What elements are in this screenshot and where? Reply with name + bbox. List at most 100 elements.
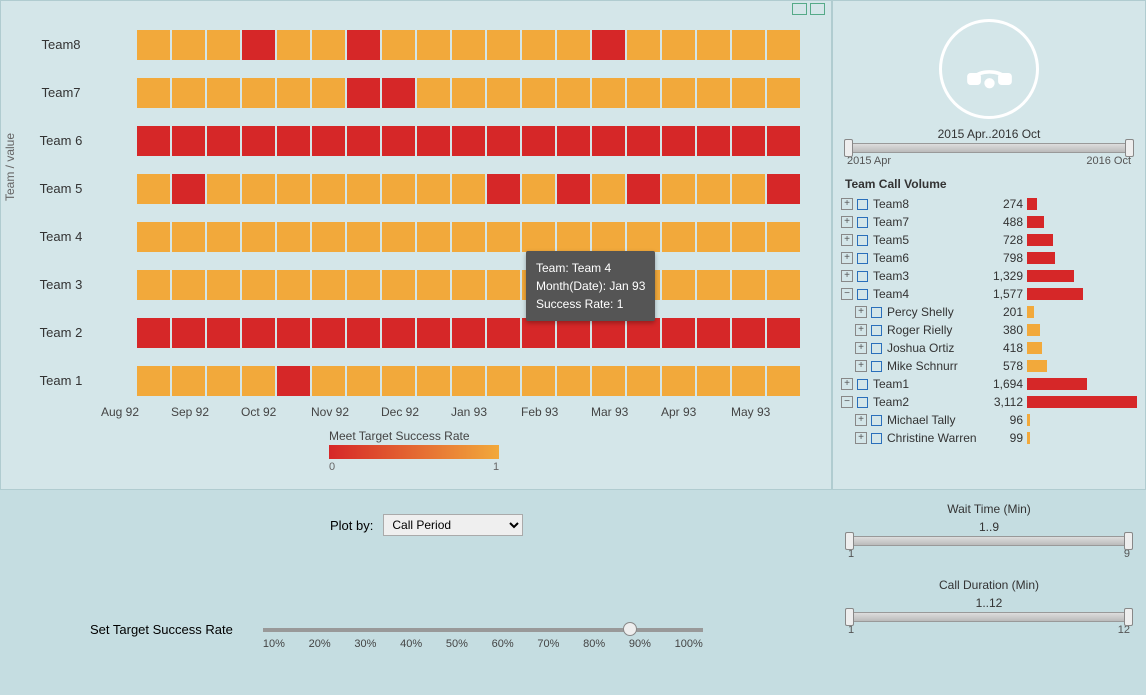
heatmap-cell[interactable] <box>242 30 275 60</box>
tree-toggle[interactable]: + <box>855 306 867 318</box>
heatmap-cell[interactable] <box>347 318 380 348</box>
heatmap-cell[interactable] <box>137 222 170 252</box>
heatmap-cell[interactable] <box>487 366 520 396</box>
heatmap-cell[interactable] <box>557 78 590 108</box>
heatmap-cell[interactable] <box>487 270 520 300</box>
heatmap-cell[interactable] <box>732 318 765 348</box>
tree-row[interactable]: +Team11,694 <box>841 375 1137 393</box>
heatmap-cell[interactable] <box>592 174 625 204</box>
heatmap-cell[interactable] <box>312 78 345 108</box>
heatmap-cell[interactable] <box>452 30 485 60</box>
wait-max-handle[interactable] <box>1124 532 1133 550</box>
tree-row[interactable]: +Mike Schnurr578 <box>841 357 1137 375</box>
heatmap-cell[interactable] <box>207 30 240 60</box>
heatmap-cell[interactable] <box>732 366 765 396</box>
heatmap-cell[interactable] <box>627 222 660 252</box>
tree-row[interactable]: +Joshua Ortiz418 <box>841 339 1137 357</box>
heatmap-cell[interactable] <box>452 126 485 156</box>
heatmap-cell[interactable] <box>172 222 205 252</box>
wait-time-slider[interactable] <box>848 536 1130 546</box>
heatmap-cell[interactable] <box>382 270 415 300</box>
heatmap-cell[interactable] <box>417 366 450 396</box>
heatmap-cell[interactable] <box>592 126 625 156</box>
tree-toggle[interactable]: + <box>841 234 853 246</box>
heatmap-cell[interactable] <box>662 222 695 252</box>
heatmap-cell[interactable] <box>172 30 205 60</box>
heatmap-cell[interactable] <box>137 126 170 156</box>
date-max-handle[interactable] <box>1125 139 1134 157</box>
heatmap-cell[interactable] <box>312 270 345 300</box>
tree-row[interactable]: +Team5728 <box>841 231 1137 249</box>
maximize-icon[interactable] <box>810 3 825 15</box>
heatmap-cell[interactable] <box>347 126 380 156</box>
duration-slider[interactable] <box>848 612 1130 622</box>
tree-row[interactable]: +Team7488 <box>841 213 1137 231</box>
tree-row[interactable]: +Percy Shelly201 <box>841 303 1137 321</box>
date-range-slider[interactable] <box>847 143 1131 153</box>
date-min-handle[interactable] <box>844 139 853 157</box>
heatmap-cell[interactable] <box>277 174 310 204</box>
heatmap-cell[interactable] <box>242 270 275 300</box>
heatmap-cell[interactable] <box>347 174 380 204</box>
heatmap-cell[interactable] <box>487 78 520 108</box>
heatmap-cell[interactable] <box>242 174 275 204</box>
heatmap-cell[interactable] <box>767 30 800 60</box>
heatmap-cell[interactable] <box>557 222 590 252</box>
heatmap-cell[interactable] <box>557 174 590 204</box>
heatmap-cell[interactable] <box>557 126 590 156</box>
heatmap-cell[interactable] <box>452 222 485 252</box>
heatmap-cell[interactable] <box>207 270 240 300</box>
heatmap-cell[interactable] <box>697 30 730 60</box>
heatmap-cell[interactable] <box>382 78 415 108</box>
heatmap-cell[interactable] <box>312 126 345 156</box>
heatmap-cell[interactable] <box>487 30 520 60</box>
heatmap-cell[interactable] <box>662 366 695 396</box>
tree-toggle[interactable]: + <box>855 414 867 426</box>
tree-checkbox[interactable] <box>871 433 882 444</box>
heatmap-cell[interactable] <box>347 222 380 252</box>
heatmap-cell[interactable] <box>592 222 625 252</box>
tree-checkbox[interactable] <box>857 199 868 210</box>
heatmap-cell[interactable] <box>172 126 205 156</box>
heatmap-cell[interactable] <box>242 366 275 396</box>
heatmap-cell[interactable] <box>487 318 520 348</box>
heatmap-cell[interactable] <box>522 174 555 204</box>
heatmap-cell[interactable] <box>347 366 380 396</box>
heatmap-cell[interactable] <box>137 366 170 396</box>
heatmap-cell[interactable] <box>662 30 695 60</box>
heatmap-cell[interactable] <box>417 30 450 60</box>
plot-by-select[interactable]: Call Period <box>383 514 523 536</box>
heatmap-cell[interactable] <box>627 318 660 348</box>
heatmap-cell[interactable] <box>767 318 800 348</box>
heatmap-cell[interactable] <box>172 318 205 348</box>
tree-checkbox[interactable] <box>871 325 882 336</box>
heatmap-cell[interactable] <box>452 318 485 348</box>
heatmap-cell[interactable] <box>382 126 415 156</box>
heatmap-cell[interactable] <box>767 174 800 204</box>
heatmap-cell[interactable] <box>662 270 695 300</box>
tree-checkbox[interactable] <box>857 271 868 282</box>
heatmap-cell[interactable] <box>312 318 345 348</box>
heatmap-cell[interactable] <box>627 366 660 396</box>
heatmap-cell[interactable] <box>767 222 800 252</box>
dur-min-handle[interactable] <box>845 608 854 626</box>
tree-toggle[interactable]: + <box>855 360 867 372</box>
target-handle[interactable] <box>623 622 637 636</box>
heatmap-cell[interactable] <box>277 366 310 396</box>
tree-toggle[interactable]: + <box>855 432 867 444</box>
heatmap-cell[interactable] <box>732 222 765 252</box>
tree-toggle[interactable]: + <box>841 198 853 210</box>
heatmap-cell[interactable] <box>522 318 555 348</box>
heatmap-cell[interactable] <box>732 126 765 156</box>
heatmap-cell[interactable] <box>417 78 450 108</box>
heatmap-cell[interactable] <box>277 222 310 252</box>
heatmap-cell[interactable] <box>382 174 415 204</box>
tree-toggle[interactable]: + <box>841 378 853 390</box>
heatmap-cell[interactable] <box>627 174 660 204</box>
heatmap-cell[interactable] <box>452 174 485 204</box>
heatmap-cell[interactable] <box>592 366 625 396</box>
heatmap-cell[interactable] <box>382 366 415 396</box>
heatmap-cell[interactable] <box>277 270 310 300</box>
heatmap-cell[interactable] <box>452 366 485 396</box>
heatmap-cell[interactable] <box>662 318 695 348</box>
